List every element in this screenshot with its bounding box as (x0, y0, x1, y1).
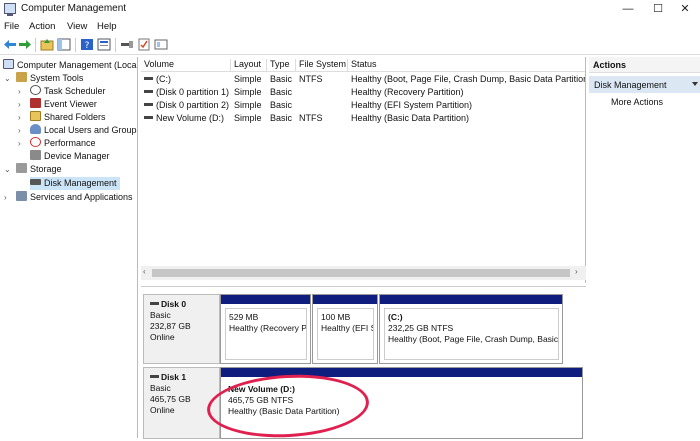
toolbar: ? (0, 34, 700, 55)
partition-bar (221, 295, 310, 304)
users-icon (30, 124, 41, 134)
checklist-icon[interactable] (137, 38, 151, 51)
chevron-right-icon[interactable]: › (18, 98, 28, 111)
tree-item-performance[interactable]: › Performance (18, 137, 96, 150)
back-arrow-icon[interactable] (3, 38, 17, 51)
disk-0-label[interactable]: Disk 0 Basic 232,87 GB Online (143, 294, 220, 364)
volume-icon (144, 77, 153, 80)
partition-bar (221, 368, 582, 377)
menu-file[interactable]: File (4, 21, 19, 32)
toolbar-separator (35, 38, 36, 52)
tree-item-task-scheduler[interactable]: › Task Scheduler (18, 85, 106, 98)
forward-arrow-icon[interactable] (18, 38, 32, 51)
properties-icon[interactable] (97, 38, 111, 51)
computer-management-icon (3, 59, 14, 69)
close-button[interactable]: ✕ (670, 1, 700, 17)
connect-icon[interactable] (120, 38, 134, 51)
scrollbar-thumb[interactable] (152, 269, 570, 277)
chevron-right-icon[interactable]: › (4, 191, 14, 204)
navigation-tree: Computer Management (Local ⌄ System Tool… (0, 57, 138, 438)
title-bar: Computer Management — ☐ ✕ (0, 0, 700, 18)
partition-efi[interactable]: 100 MB Healthy (EFI Sy (312, 294, 378, 364)
tree-item-device-manager[interactable]: Device Manager (30, 150, 110, 163)
performance-icon (30, 137, 41, 147)
tree-item-event-viewer[interactable]: › Event Viewer (18, 98, 97, 111)
chevron-right-icon[interactable]: › (18, 137, 28, 150)
tree-item-storage[interactable]: ⌄ Storage (4, 163, 62, 176)
partition-bar (313, 295, 377, 304)
tree-item-computer-management[interactable]: Computer Management (Local (3, 59, 137, 72)
view-options-icon[interactable] (154, 38, 168, 51)
tree-item-services[interactable]: › Services and Applications (4, 191, 133, 204)
table-row[interactable]: New Volume (D:) Simple Basic NTFS Health… (141, 112, 585, 125)
volume-icon (144, 103, 153, 106)
table-row[interactable]: (C:) Simple Basic NTFS Healthy (Boot, Pa… (141, 73, 585, 86)
window-title: Computer Management (21, 3, 127, 14)
toolbar-separator (115, 38, 116, 52)
actions-section-disk-management[interactable]: Disk Management (589, 76, 700, 93)
chevron-right-icon[interactable]: › (18, 124, 28, 137)
tree-item-system-tools[interactable]: ⌄ System Tools (4, 72, 83, 85)
column-header-layout[interactable]: Layout (231, 59, 267, 71)
help-icon[interactable]: ? (80, 38, 94, 51)
table-row[interactable]: (Disk 0 partition 2) Simple Basic Health… (141, 99, 585, 112)
chevron-right-icon[interactable]: › (18, 85, 28, 98)
shared-folder-icon (30, 111, 41, 121)
scroll-right-icon[interactable]: › (575, 267, 578, 276)
disk-icon (150, 375, 159, 378)
disk-1-label[interactable]: Disk 1 Basic 465,75 GB Online (143, 367, 220, 439)
event-viewer-icon (30, 98, 41, 108)
column-header-type[interactable]: Type (267, 59, 296, 71)
clock-icon (30, 85, 41, 95)
collapse-arrow-icon[interactable] (692, 82, 698, 86)
partition-new-volume-d[interactable]: New Volume (D:) 465,75 GB NTFS Healthy (… (220, 367, 583, 439)
partition-recovery[interactable]: 529 MB Healthy (Recovery P (220, 294, 311, 364)
more-actions-link[interactable]: More Actions (611, 97, 663, 107)
device-manager-icon (30, 150, 41, 160)
column-header-volume[interactable]: Volume (141, 59, 231, 71)
actions-pane: Actions Disk Management More Actions (589, 57, 700, 438)
svg-text:?: ? (85, 41, 90, 51)
horizontal-scrollbar[interactable]: ‹ › (141, 266, 586, 280)
toolbar-separator (75, 38, 76, 52)
volume-list: Volume Layout Type File System Status (C… (141, 57, 586, 283)
volume-icon (144, 116, 153, 119)
disk-graphical-view: Disk 0 Basic 232,87 GB Online 529 MB Hea… (141, 286, 586, 441)
disk-icon (30, 179, 41, 185)
table-row[interactable]: (Disk 0 partition 1) Simple Basic Health… (141, 86, 585, 99)
volume-icon (144, 90, 153, 93)
tree-item-shared-folders[interactable]: › Shared Folders (18, 111, 106, 124)
tree-item-local-users[interactable]: › Local Users and Groups (18, 124, 137, 137)
tools-icon (16, 72, 27, 82)
tree-item-disk-management[interactable]: Disk Management (30, 177, 120, 190)
partition-c[interactable]: (C:) 232,25 GB NTFS Healthy (Boot, Page … (379, 294, 563, 364)
services-icon (16, 191, 27, 201)
menu-bar: File Action View Help (0, 18, 700, 34)
column-header-status[interactable]: Status (348, 59, 585, 71)
chevron-right-icon[interactable]: › (18, 111, 28, 124)
show-hide-tree-icon[interactable] (57, 38, 71, 51)
computer-management-icon (4, 3, 16, 16)
chevron-down-icon[interactable]: ⌄ (4, 72, 14, 85)
actions-header: Actions (589, 57, 700, 73)
column-header-file-system[interactable]: File System (296, 59, 348, 71)
chevron-down-icon[interactable]: ⌄ (4, 163, 14, 176)
storage-icon (16, 163, 27, 173)
disk-icon (150, 302, 159, 305)
scroll-left-icon[interactable]: ‹ (143, 267, 146, 276)
volume-list-header: Volume Layout Type File System Status (141, 57, 585, 72)
menu-view[interactable]: View (67, 21, 87, 32)
up-folder-icon[interactable] (40, 38, 54, 51)
menu-action[interactable]: Action (29, 21, 55, 32)
partition-bar (380, 295, 562, 304)
menu-help[interactable]: Help (97, 21, 117, 32)
